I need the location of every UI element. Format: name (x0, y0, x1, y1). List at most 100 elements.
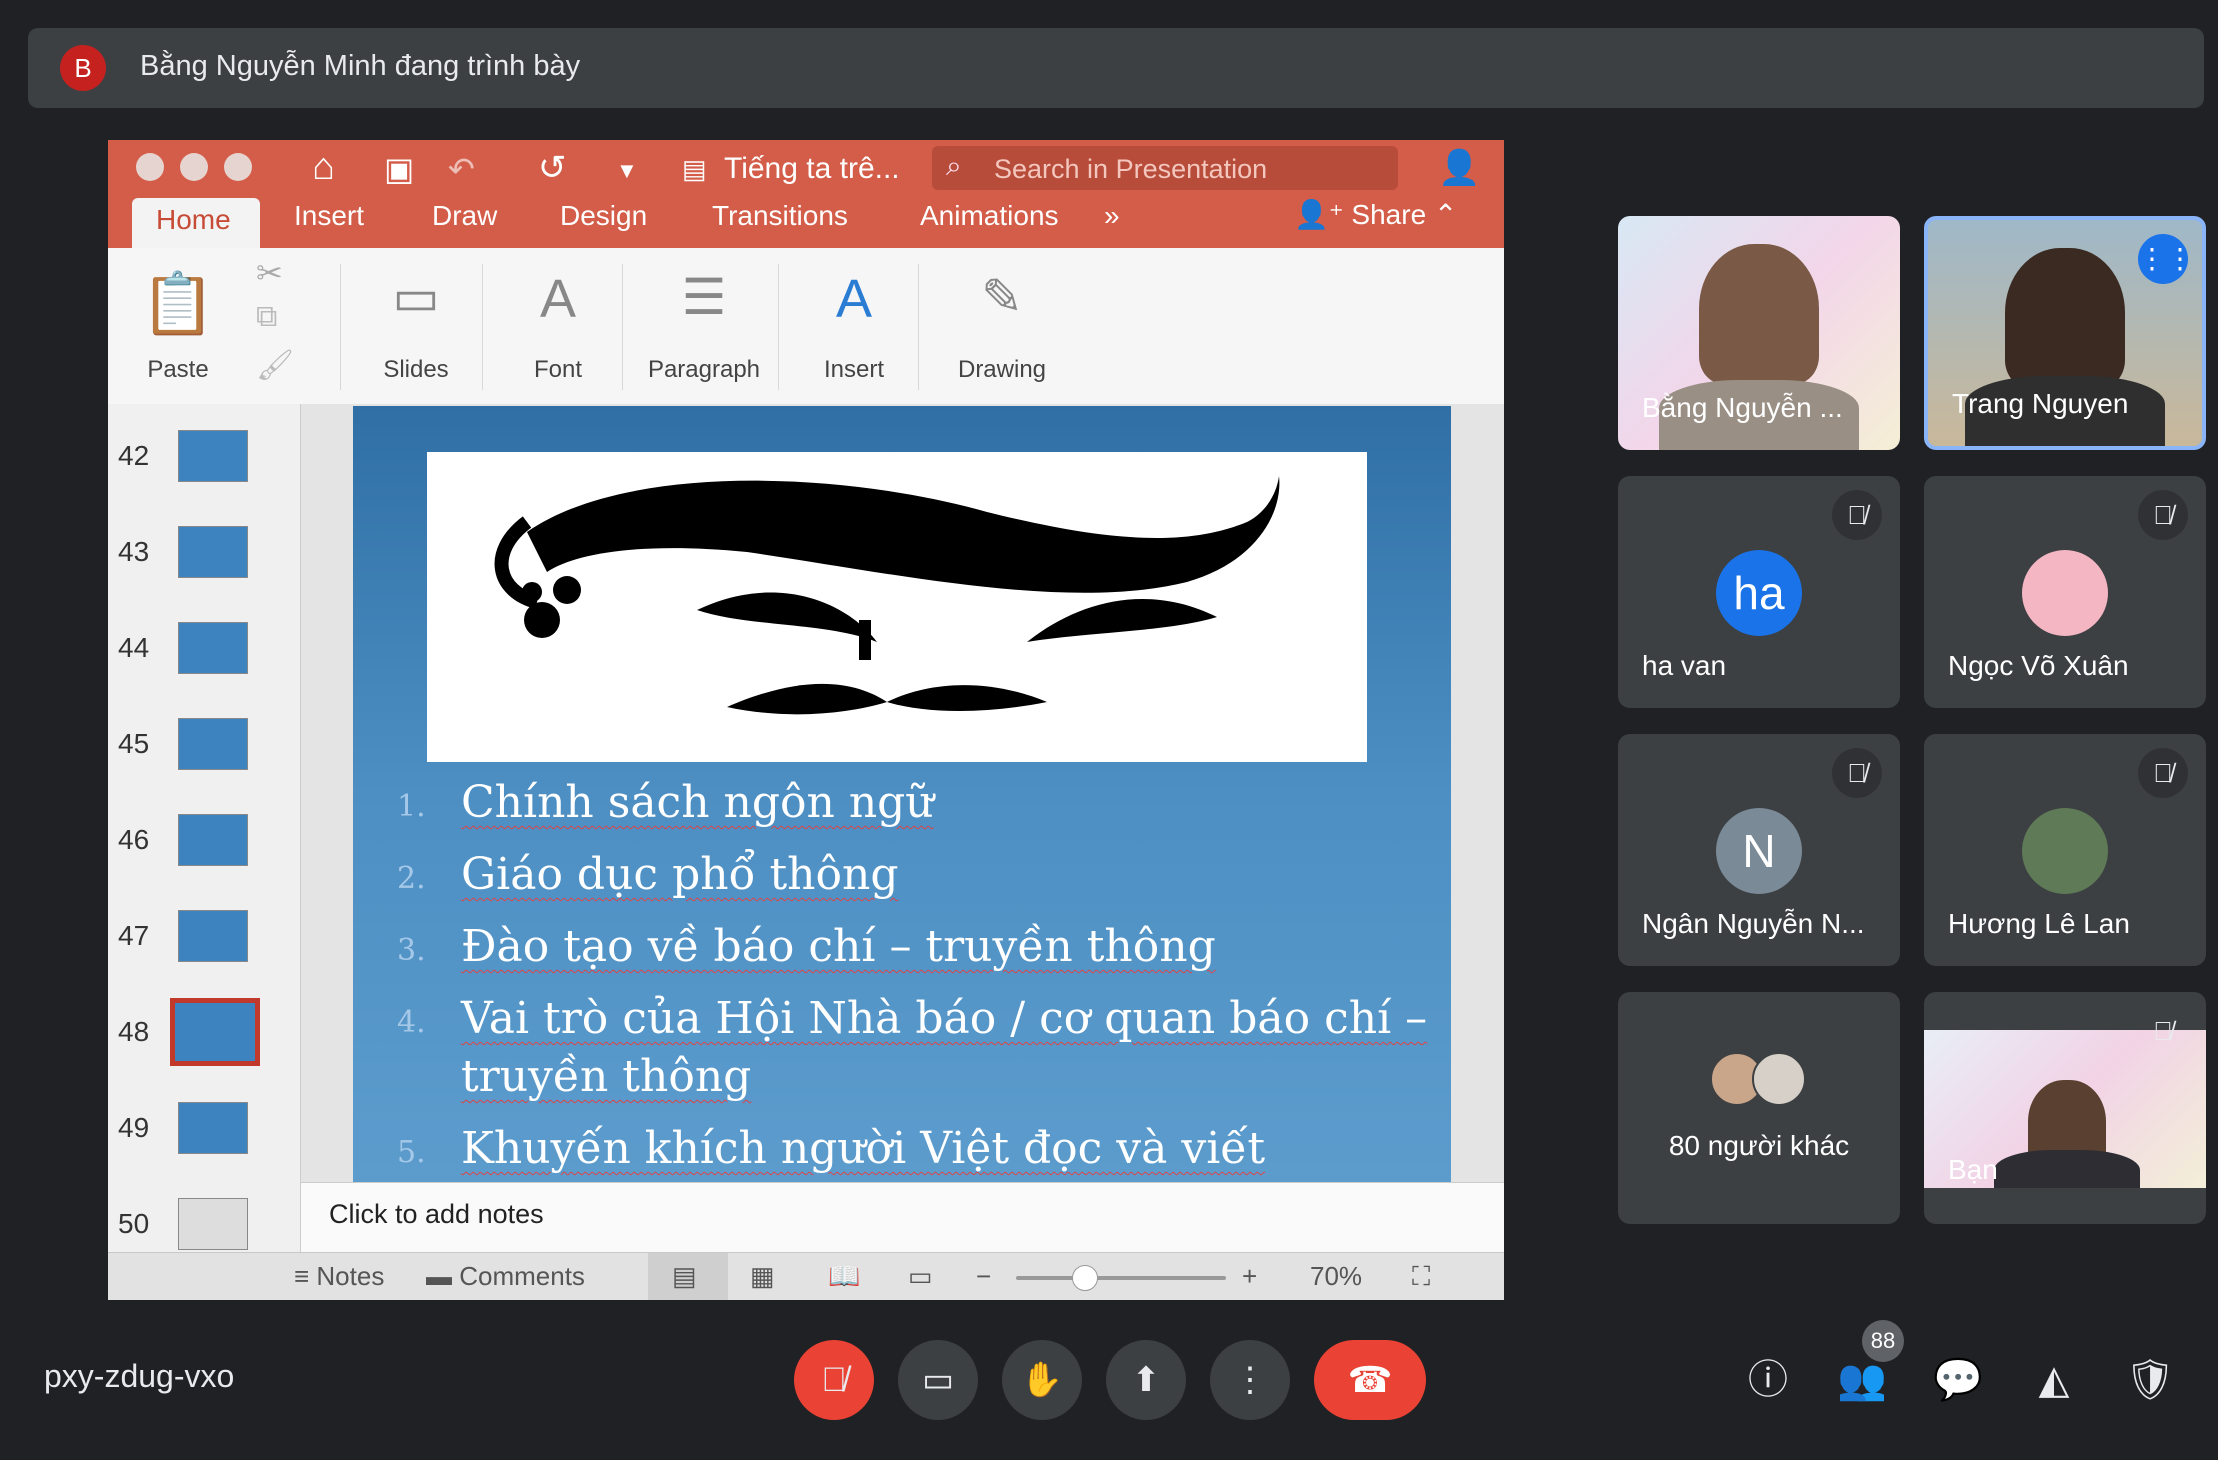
present-screen-button[interactable]: ⬆ (1106, 1340, 1186, 1420)
undo-icon[interactable]: ↶ (448, 150, 475, 188)
home-icon[interactable]: ⌂ (312, 146, 335, 189)
notes-pane[interactable]: Click to add notes (301, 1182, 1504, 1253)
slide-thumbnail-panel[interactable]: 42 43 44 45 46 47 48 49 50 (108, 404, 301, 1252)
ribbon: 📋 Paste ✂ ⧉ 🖌 ▭ Slides A Font ☰ Paragrap… (108, 248, 1504, 405)
tab-home-label: Home (156, 204, 231, 235)
slide-thumb-49[interactable]: 49 (108, 1096, 300, 1192)
slide-image (427, 452, 1367, 762)
notes-toggle[interactable]: ≡ Notes (294, 1261, 384, 1292)
zoom-slider-handle[interactable] (1072, 1265, 1098, 1291)
slide-thumb-46[interactable]: 46 (108, 808, 300, 904)
thumbnail (178, 430, 248, 482)
paragraph-button[interactable]: ☰ Paragraph (624, 248, 784, 398)
divider (340, 264, 341, 390)
camera-button[interactable]: ▭ (898, 1340, 978, 1420)
speaking-indicator-icon: ⋮⋮ (2138, 234, 2194, 284)
tab-design[interactable]: Design (560, 200, 647, 232)
window-zoom-button[interactable] (224, 153, 252, 181)
account-icon[interactable]: 👤 (1438, 148, 1480, 188)
format-painter-icon[interactable]: 🖌 (256, 348, 294, 383)
tab-animations[interactable]: Animations (920, 200, 1059, 232)
activities-icon[interactable]: ◭ (2024, 1350, 2084, 1410)
thumbnail (178, 814, 248, 866)
chat-icon[interactable]: 💬 (1928, 1350, 1988, 1410)
more-options-button[interactable]: ⋮ (1210, 1340, 1290, 1420)
current-slide[interactable]: 1. Chính sách ngôn ngữ 2. Giáo dục phổ thô… (353, 406, 1451, 1182)
zoom-level[interactable]: 70% (1310, 1261, 1362, 1292)
slide-list-item: 2. Giáo dục phổ thông (397, 849, 899, 900)
cut-icon[interactable]: ✂ (256, 254, 283, 292)
participant-tile[interactable]: 🎙̸ Hương Lê Lan (1924, 734, 2206, 966)
zoom-out-button[interactable]: − (976, 1261, 991, 1292)
presenter-banner: B Bằng Nguyễn Minh đang trình bày (28, 28, 2204, 108)
others-tile[interactable]: 80 người khác (1618, 992, 1900, 1224)
share-label: Share (1351, 199, 1427, 230)
slides-button[interactable]: ▭ Slides (348, 248, 484, 398)
drawing-icon: ✎ (981, 269, 1023, 325)
slide-sorter-icon[interactable]: ▦ (750, 1261, 775, 1292)
tab-draw[interactable]: Draw (432, 200, 497, 232)
slide-editor[interactable]: 1. Chính sách ngôn ngữ 2. Giáo dục phổ thô… (301, 404, 1504, 1182)
divider (622, 264, 623, 390)
zoom-slider[interactable] (1016, 1276, 1226, 1280)
muted-mic-icon: 🎙̸ (2138, 490, 2188, 540)
mic-off-button[interactable]: 🎙̸ (794, 1340, 874, 1420)
comments-toggle[interactable]: ▬ Comments (426, 1261, 585, 1292)
font-icon: A (539, 269, 577, 329)
end-call-button[interactable]: ☎ (1314, 1340, 1426, 1420)
participant-avatar (1752, 1052, 1806, 1106)
window-close-button[interactable] (136, 153, 164, 181)
copy-icon[interactable]: ⧉ (256, 300, 277, 334)
font-button[interactable]: A Font (488, 248, 628, 398)
participant-tile-active[interactable]: ⋮⋮ Trang Nguyen (1924, 216, 2206, 450)
tab-home[interactable]: Home (132, 198, 260, 248)
slide-thumb-45[interactable]: 45 (108, 712, 300, 808)
participant-tile[interactable]: 🎙̸ ha ha van (1618, 476, 1900, 708)
muted-mic-icon: 🎙̸ (2138, 748, 2188, 798)
host-controls-icon[interactable]: 🛡 (2120, 1350, 2180, 1410)
ppt-titlebar: ⌂ ▣ ↶ ↺ ▼ ▤ Tiếng ta trê... ⌕ Search in … (108, 140, 1504, 248)
raise-hand-button[interactable]: ✋ (1002, 1340, 1082, 1420)
zoom-in-button[interactable]: + (1242, 1261, 1257, 1292)
insert-label: Insert (823, 356, 885, 383)
participant-tile[interactable]: 🎙̸ N Ngân Nguyễn N... (1618, 734, 1900, 966)
share-button[interactable]: 👤⁺ Share ⌃ (1294, 198, 1457, 231)
normal-view-icon: ▤ (672, 1261, 697, 1291)
slideshow-icon[interactable]: ▭ (908, 1261, 933, 1292)
more-tabs-icon[interactable]: » (1104, 200, 1120, 232)
slide-number: 49 (118, 1112, 150, 1143)
drawing-button[interactable]: ✎ Drawing (922, 248, 1082, 398)
participant-tile[interactable]: 🎙̸ Ngọc Võ Xuân (1924, 476, 2206, 708)
slide-number: 46 (118, 824, 150, 855)
tab-insert[interactable]: Insert (294, 200, 364, 232)
search-input[interactable]: ⌕ Search in Presentation (932, 146, 1398, 190)
reading-view-icon[interactable]: 📖 (828, 1261, 860, 1292)
notes-placeholder: Click to add notes (329, 1199, 544, 1229)
redo-icon[interactable]: ↺ (538, 148, 567, 188)
notes-toggle-label: Notes (316, 1261, 385, 1291)
font-label: Font (533, 356, 583, 383)
participant-name: Hương Lê Lan (1948, 908, 2130, 939)
self-tile[interactable]: 🎙̸ Bạn (1924, 992, 2206, 1224)
calligraphy-ornament (494, 476, 1280, 715)
presenter-avatar: B (60, 45, 106, 91)
slide-thumb-48[interactable]: 48 (108, 998, 300, 1096)
window-minimize-button[interactable] (180, 153, 208, 181)
fit-to-window-icon[interactable]: ⛶ (1412, 1261, 1430, 1293)
insert-button[interactable]: A Insert (784, 248, 924, 398)
customize-toolbar-icon[interactable]: ▼ (616, 158, 638, 184)
slide-list-item: 1. Chính sách ngôn ngữ (397, 777, 934, 828)
thumbnail (178, 1198, 248, 1250)
others-count: 80 người khác (1668, 1130, 1850, 1161)
participant-tile[interactable]: Bằng Nguyễn ... (1618, 216, 1900, 450)
paste-button[interactable]: 📋 Paste (108, 248, 248, 398)
save-icon[interactable]: ▣ (384, 150, 414, 188)
tab-transitions[interactable]: Transitions (712, 200, 848, 232)
search-placeholder: Search in Presentation (994, 154, 1268, 184)
slide-number: 43 (118, 536, 150, 567)
slide-thumb-47[interactable]: 47 (108, 904, 300, 1000)
slide-thumb-42[interactable]: 42 (108, 424, 300, 520)
slide-thumb-44[interactable]: 44 (108, 616, 300, 712)
slide-thumb-43[interactable]: 43 (108, 520, 300, 616)
meeting-info-icon[interactable]: ⓘ (1738, 1350, 1798, 1410)
